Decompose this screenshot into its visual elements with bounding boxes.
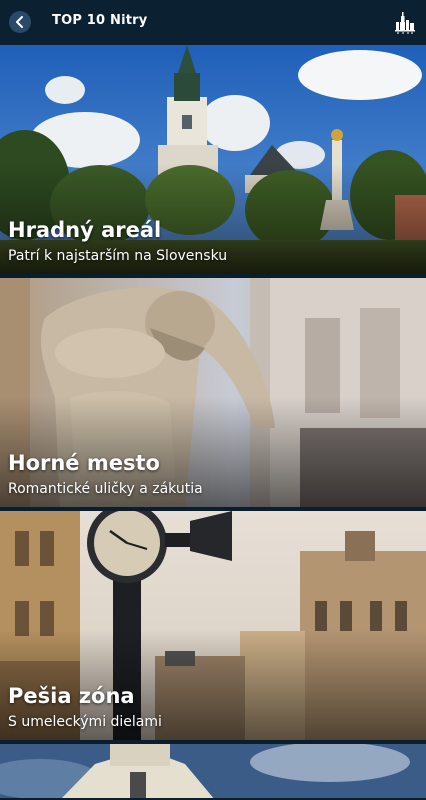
back-button[interactable]: [9, 11, 31, 33]
card-subtitle: Patrí k najstarším na Slovensku: [8, 248, 228, 264]
partial-photo: [0, 744, 426, 798]
card-subtitle: Romantické uličky a zákutia: [8, 481, 203, 497]
chevron-left-icon: [16, 16, 23, 28]
card-title: Pešia zóna: [8, 684, 135, 708]
place-card-partial[interactable]: [0, 744, 426, 800]
place-card-upper-town[interactable]: Horné mesto Romantické uličky a zákutia: [0, 278, 426, 509]
place-card-pedestrian-zone[interactable]: Pešia zóna S umeleckými dielami: [0, 511, 426, 742]
place-card-castle[interactable]: Hradný areál Patrí k najstarším na Slove…: [0, 45, 426, 276]
top-app-bar: TOP 10 Nitry: [0, 0, 426, 45]
card-title: Hradný areál: [8, 218, 162, 242]
card-title: Horné mesto: [8, 451, 160, 475]
card-subtitle: S umeleckými dielami: [8, 714, 162, 730]
city-skyline-icon: [395, 12, 415, 34]
city-menu-button[interactable]: [394, 10, 416, 34]
page-title: TOP 10 Nitry: [52, 13, 148, 28]
